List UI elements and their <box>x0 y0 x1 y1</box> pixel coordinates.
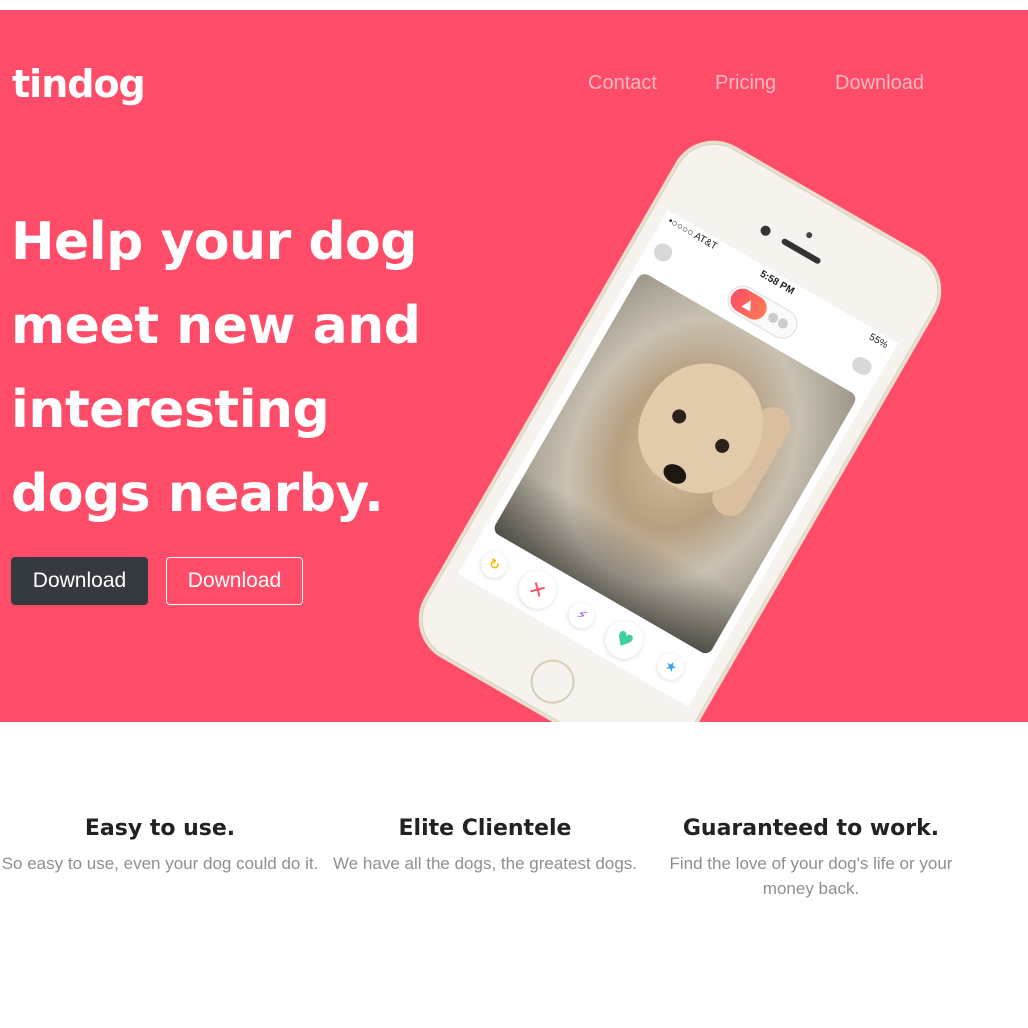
nav-download-link[interactable]: Download <box>835 72 924 95</box>
headline-line: dogs nearby. <box>11 464 384 524</box>
download-button-primary[interactable]: Download <box>11 557 148 605</box>
feature-title: Guaranteed to work. <box>682 816 940 841</box>
close-icon: ✕ <box>511 563 564 616</box>
battery-text: 55% <box>866 331 890 352</box>
feature-elite-clientele: Elite Clientele We have all the dogs, th… <box>325 816 645 876</box>
feature-easy-to-use: Easy to use. So easy to use, even your d… <box>0 816 320 876</box>
carrier-text: •○○○○ AT&T <box>666 215 719 253</box>
rewind-icon: ↻ <box>476 547 512 583</box>
home-button <box>522 651 583 712</box>
top-strip <box>0 0 1028 10</box>
profile-icon <box>650 240 676 265</box>
bolt-icon: ⚡ <box>563 597 600 634</box>
dog-head <box>617 340 787 514</box>
phone-sensor <box>805 231 814 240</box>
headline-line: interesting <box>11 380 330 440</box>
chat-icon <box>849 354 875 378</box>
phone-speaker <box>780 237 822 265</box>
phone-screen: •○○○○ AT&T 5:58 PM 55% ▲ ●● ↻ ✕ ⚡ ♥ ★ <box>457 210 899 707</box>
heart-icon: ♥ <box>598 613 651 666</box>
feature-title: Easy to use. <box>84 816 236 841</box>
status-time: 5:58 PM <box>757 268 797 298</box>
nav-contact-link[interactable]: Contact <box>588 72 657 95</box>
feature-title: Elite Clientele <box>398 816 572 841</box>
feature-description: Find the love of your dog's life or your… <box>669 854 953 898</box>
download-button-secondary[interactable]: Download <box>166 557 303 605</box>
nav-pricing-link[interactable]: Pricing <box>715 72 776 95</box>
phone-camera <box>758 223 773 238</box>
top-nav: Contact Pricing Download <box>0 72 1028 102</box>
headline-line: Help your dog <box>11 212 418 272</box>
hero-headline: Help your dog meet new and interesting d… <box>11 200 491 536</box>
star-icon: ★ <box>653 649 689 685</box>
headline-line: meet new and <box>11 296 421 356</box>
group-icon: ●● <box>764 308 792 333</box>
features-section: Easy to use. So easy to use, even your d… <box>0 722 1028 1028</box>
hero-section: tindog Contact Pricing Download Help you… <box>0 10 1028 722</box>
feature-description: We have all the dogs, the greatest dogs. <box>333 854 637 873</box>
flame-icon: ▲ <box>726 284 772 324</box>
feature-guaranteed: Guaranteed to work. Find the love of you… <box>651 816 971 901</box>
feature-description: So easy to use, even your dog could do i… <box>1 854 319 873</box>
